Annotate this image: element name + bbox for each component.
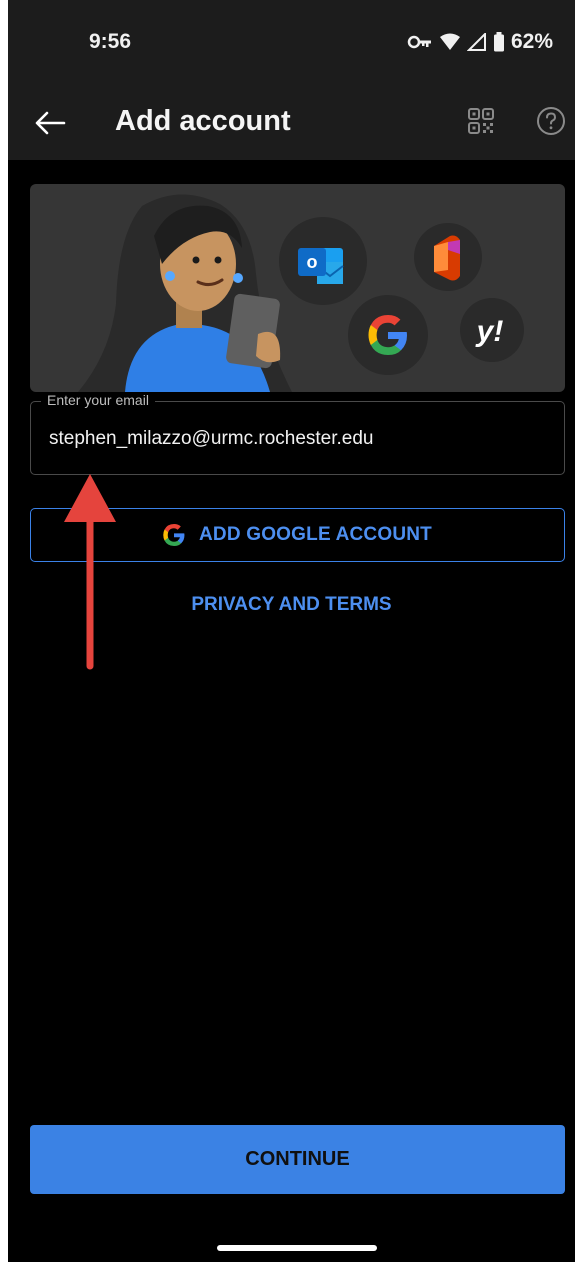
email-field-label: Enter your email: [41, 392, 155, 408]
help-button[interactable]: [536, 106, 566, 136]
battery-icon: [493, 32, 505, 52]
wifi-icon: [439, 33, 461, 51]
add-google-account-label: ADD GOOGLE ACCOUNT: [198, 524, 432, 545]
continue-button[interactable]: CONTINUE: [30, 1125, 565, 1194]
svg-text:y!: y!: [475, 315, 504, 348]
home-indicator[interactable]: [217, 1245, 377, 1251]
annotation-arrow-icon: [64, 474, 116, 670]
page-title: Add account: [115, 105, 291, 137]
battery-percent: 62%: [510, 30, 553, 53]
app-bar: Add account: [8, 90, 575, 160]
status-icons: 62%: [407, 30, 553, 54]
email-field[interactable]: Enter your email stephen_milazzo@urmc.ro…: [30, 392, 565, 475]
qr-code-icon: [468, 108, 494, 134]
help-icon: [537, 107, 565, 135]
status-bar: 9:56 62%: [8, 0, 575, 90]
hero-illustration: o y!: [30, 184, 565, 392]
phone-screen: 9:56 62% Add account o y! Enter your ema…: [8, 0, 575, 1262]
cellular-icon: [466, 33, 487, 51]
google-icon: [348, 295, 428, 375]
svg-text:o: o: [307, 252, 318, 272]
back-arrow-icon: [35, 111, 66, 135]
qr-scan-button[interactable]: [466, 106, 496, 136]
back-button[interactable]: [30, 104, 70, 144]
outlook-icon: o: [279, 217, 367, 305]
person-illustration: [78, 194, 292, 392]
status-time: 9:56: [89, 30, 132, 53]
email-field-value[interactable]: stephen_milazzo@urmc.rochester.edu: [49, 428, 374, 450]
continue-label: CONTINUE: [245, 1148, 350, 1170]
yahoo-icon: y!: [460, 298, 524, 362]
google-g-icon: [163, 524, 185, 546]
vpn-key-icon: [407, 34, 433, 50]
office-icon: [414, 223, 482, 291]
